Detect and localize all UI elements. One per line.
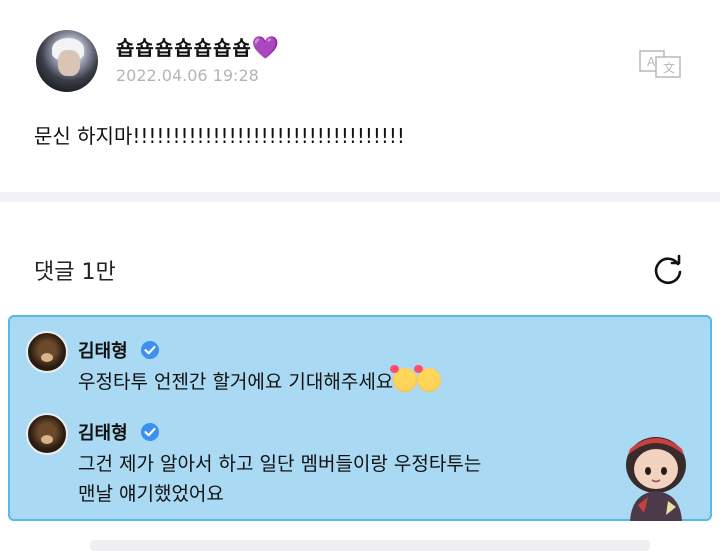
post-timestamp: 2022.04.06 19:28 <box>116 66 259 85</box>
svg-text:文: 文 <box>663 60 675 75</box>
commenter-name[interactable]: 김태형 <box>78 419 128 445</box>
refresh-icon[interactable] <box>650 252 686 288</box>
tinytan-sticker-icon <box>626 437 686 521</box>
commenter-avatar[interactable] <box>26 413 68 455</box>
comment-text: 우정타투 언젠간 할거에요 기대해주세요 <box>78 365 442 397</box>
translate-icon[interactable]: A 文 <box>638 48 682 78</box>
comments-count: 댓글 1만 <box>34 260 116 285</box>
author-username[interactable]: 숍숍숍숍숍숍숍💜 <box>116 32 280 61</box>
author-name-text: 숍숍숍숍숍숍숍 <box>116 36 252 60</box>
purple-heart-icon: 💜 <box>251 36 281 61</box>
comment-text: 그건 제가 알아서 하고 일단 멤버들이랑 우정타투는 맨날 얘기했었어요 <box>78 449 481 509</box>
post-body: 문신 하지마!!!!!!!!!!!!!!!!!!!!!!!!!!!!!!!!!! <box>34 124 405 148</box>
svg-text:A: A <box>647 55 656 69</box>
bottom-edge-bar <box>90 540 650 551</box>
author-avatar[interactable] <box>36 30 98 92</box>
smiling-hearts-emoji-icon <box>390 365 418 392</box>
post: 숍숍숍숍숍숍숍💜 2022.04.06 19:28 A 文 문신 하지마!!!!… <box>0 0 720 192</box>
commenter-name[interactable]: 김태형 <box>78 337 128 363</box>
avatar-dog-snout <box>41 353 53 362</box>
commenter-avatar[interactable] <box>26 331 68 373</box>
comment-text-content: 우정타투 언젠간 할거에요 기대해주세요 <box>78 371 394 393</box>
avatar-face <box>58 50 80 76</box>
verified-badge-icon <box>141 341 159 359</box>
smiling-hearts-emoji-icon <box>414 365 442 392</box>
comment-text-line: 맨날 얘기했었어요 <box>78 483 224 505</box>
section-divider <box>0 192 720 202</box>
verified-badge-icon <box>141 423 159 441</box>
highlighted-comments: 김태형 우정타투 언젠간 할거에요 기대해주세요 김태형 그건 제가 알아서 하… <box>8 315 712 521</box>
avatar-dog-snout <box>41 435 53 444</box>
comment-text-line: 그건 제가 알아서 하고 일단 멤버들이랑 우정타투는 <box>78 453 482 475</box>
